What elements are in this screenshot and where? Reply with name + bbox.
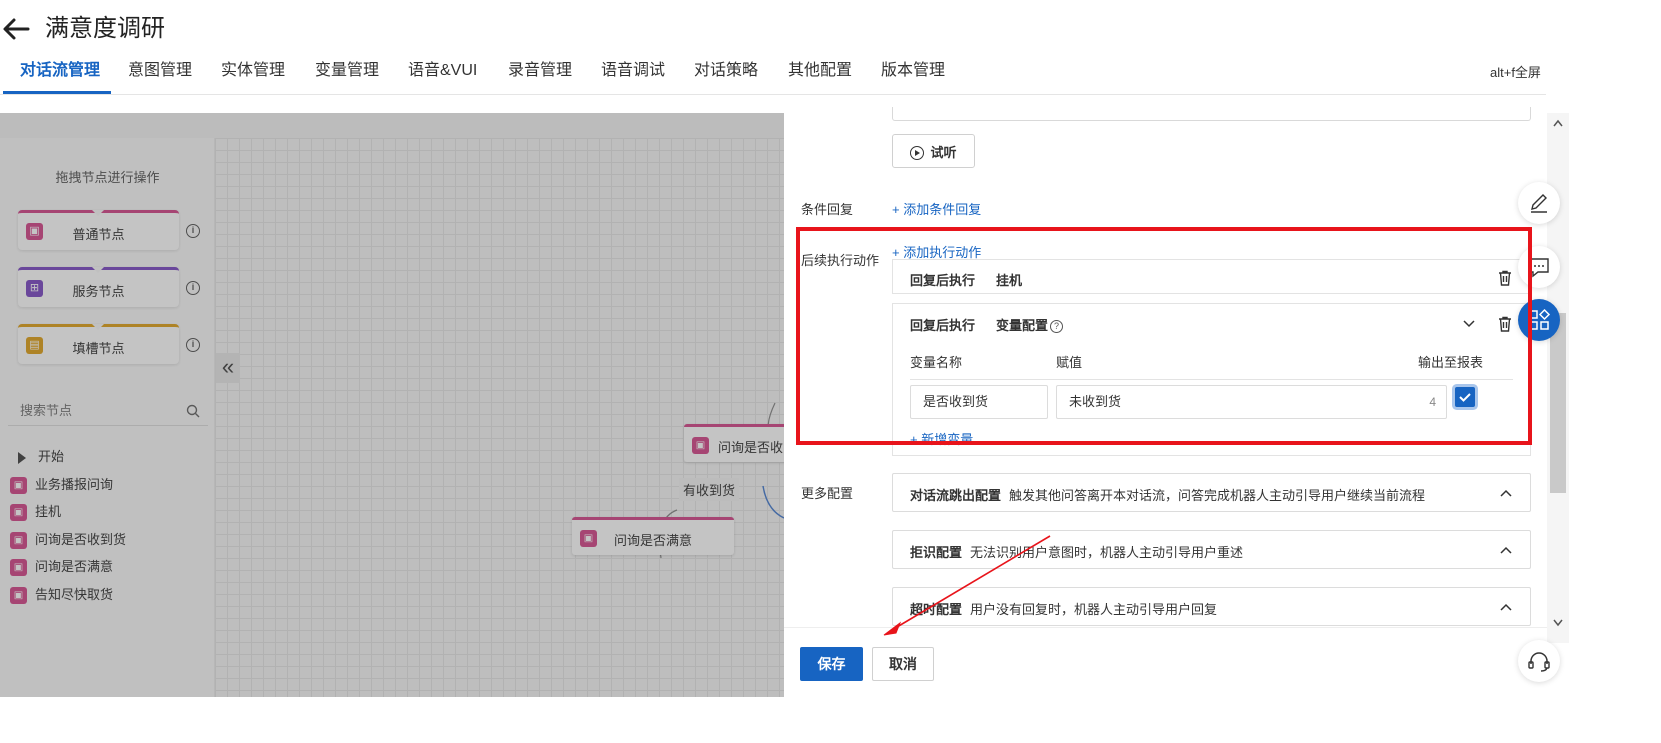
- add-condition-reply-link[interactable]: + 添加条件回复: [892, 199, 981, 218]
- tab-dialog-strategy[interactable]: 对话策略: [694, 56, 758, 95]
- tab-version[interactable]: 版本管理: [881, 56, 945, 95]
- tab-variable[interactable]: 变量管理: [315, 56, 379, 95]
- pencil-icon: [1531, 194, 1547, 213]
- tab-intent[interactable]: 意图管理: [128, 56, 192, 95]
- chevron-up-icon: [1500, 489, 1512, 497]
- flow-canvas: 拖拽节点进行操作 ▣ 普通节点 i ⊞ 服务节点 i ▤ 填槽节点 i 开始 ▣…: [0, 113, 784, 697]
- tab-voice-debug[interactable]: 语音调试: [601, 56, 665, 95]
- page-title: 满意度调研: [45, 15, 165, 42]
- tab-voice-vui[interactable]: 语音&VUI: [408, 56, 477, 95]
- modal-overlay[interactable]: [0, 113, 784, 697]
- condition-reply-label: 条件回复: [801, 202, 854, 217]
- edit-tool-button[interactable]: [1518, 182, 1560, 224]
- back-arrow-icon[interactable]: [0, 14, 34, 44]
- tab-dialog-flow[interactable]: 对话流管理: [20, 56, 100, 95]
- jump-out-config[interactable]: 对话流跳出配置 触发其他问答离开本对话流，问答完成机器人主动引导用户继续当前流程: [892, 473, 1531, 512]
- chevron-up-icon: [1500, 546, 1512, 554]
- listen-button[interactable]: 试听: [892, 134, 975, 168]
- scroll-up-icon[interactable]: [1553, 119, 1563, 127]
- chevron-up-icon: [1500, 603, 1512, 611]
- scroll-down-icon[interactable]: [1553, 619, 1563, 627]
- tab-bar: 对话流管理 意图管理 实体管理 变量管理 语音&VUI 录音管理 语音调试 对话…: [0, 56, 1546, 95]
- annotation-highlight-box: [796, 227, 1532, 445]
- tab-entity[interactable]: 实体管理: [221, 56, 285, 95]
- tab-recording[interactable]: 录音管理: [508, 56, 572, 95]
- more-config-label: 更多配置: [801, 486, 854, 501]
- active-tab-indicator: [3, 91, 111, 94]
- listen-label: 试听: [930, 144, 957, 160]
- config-desc: 触发其他问答离开本对话流，问答完成机器人主动引导用户继续当前流程: [1009, 488, 1426, 503]
- headset-icon: [1528, 652, 1550, 672]
- support-button[interactable]: [1518, 640, 1560, 682]
- annotation-arrow: [883, 535, 1051, 636]
- play-icon: [910, 146, 925, 161]
- tab-other-config[interactable]: 其他配置: [788, 56, 852, 95]
- config-title: 对话流跳出配置: [910, 488, 1002, 503]
- reply-text-field[interactable]: [892, 107, 1531, 121]
- cancel-button[interactable]: 取消: [872, 647, 934, 681]
- fullscreen-hint[interactable]: alt+f全屏: [1490, 62, 1541, 81]
- save-button[interactable]: 保存: [800, 647, 863, 681]
